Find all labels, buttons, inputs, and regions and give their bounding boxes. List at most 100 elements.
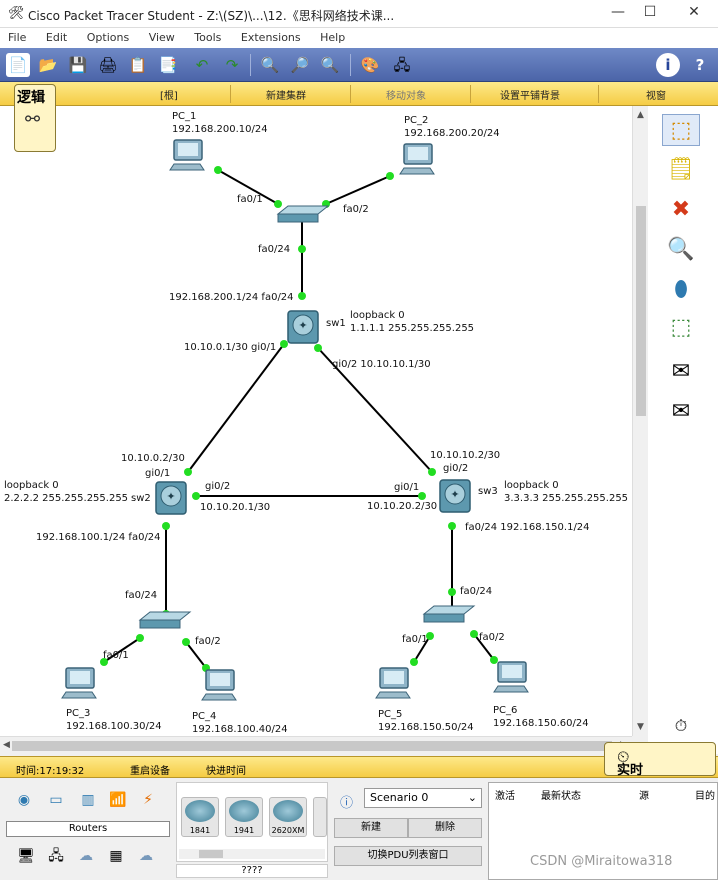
multiuser-category-icon[interactable]: ☁ — [134, 846, 158, 866]
scroll-left-icon[interactable]: ◀ — [3, 740, 10, 750]
end-devices-category-icon[interactable]: 🖥 — [14, 846, 38, 866]
copy-icon[interactable]: 📑 — [156, 53, 180, 77]
port-status-dot-0 — [214, 166, 222, 174]
sw1-gi02: gi0/2 10.10.10.1/30 — [332, 359, 431, 370]
scroll-down-icon[interactable]: ▼ — [637, 722, 644, 732]
activity-wizard-icon[interactable]: 📋 — [126, 53, 150, 77]
port-status-dot-16 — [136, 634, 144, 642]
scenario-select-value: Scenario 0 — [370, 791, 429, 804]
pc6-icon-screen — [502, 665, 522, 678]
vertical-scroll-thumb[interactable] — [636, 206, 646, 416]
open-folder-icon[interactable]: 📂 — [36, 53, 60, 77]
custom-device-icon[interactable]: 🖧 — [390, 53, 414, 77]
topology-canvas[interactable]: ✦ ✦ ✦ PC_1 192.168.200.10/24 PC_2 192.168.… — [0, 106, 632, 736]
top-switch-fa02: fa0/2 — [343, 204, 369, 215]
realtime-label: 实时 — [617, 763, 644, 778]
help-icon[interactable]: ? — [688, 53, 712, 77]
port-status-dot-1 — [274, 200, 282, 208]
zoom-in-icon[interactable]: 🔍 — [258, 53, 282, 77]
fast-forward-button[interactable]: 快进时间 — [206, 762, 246, 777]
new-file-icon[interactable]: 📄 — [6, 53, 30, 77]
maximize-button[interactable]: ☐ — [630, 4, 670, 24]
toggle-pdu-list-button[interactable]: 切换PDU列表窗口 — [334, 846, 482, 866]
select-icon[interactable]: ⬚ — [662, 114, 700, 146]
close-button[interactable]: ✕ — [674, 4, 714, 24]
zoom-reset-icon[interactable]: 🔎 — [288, 53, 312, 77]
menu-tools[interactable]: Tools — [194, 28, 221, 48]
realtime-mode-tab[interactable]: ⏲ 实时 — [604, 742, 716, 778]
common-tools-bar: ⬚ 🗒 ✖ 🔍 ⬮ ⬚ ✉ ✉ ⏱ — [648, 106, 718, 754]
inspect-icon[interactable]: 🔍 — [662, 234, 700, 266]
draw-shape-icon[interactable]: ⬮ — [662, 274, 700, 306]
model-footer-label: ???? — [176, 864, 328, 878]
zoom-out-icon[interactable]: 🔍 — [318, 53, 342, 77]
menu-extensions[interactable]: Extensions — [241, 28, 301, 48]
sw1-gi01: 10.10.0.1/30 gi0/1 — [184, 342, 277, 353]
new-cluster-button[interactable]: 新建集群 — [266, 87, 306, 102]
pc1-icon-keyboard — [169, 163, 205, 171]
redo-icon[interactable]: ↷ — [220, 53, 244, 77]
power-cycle-button[interactable]: 重启设备 — [130, 762, 170, 777]
port-status-dot-8 — [184, 468, 192, 476]
menu-view[interactable]: View — [149, 28, 175, 48]
topology-drawing: ✦ ✦ ✦ — [61, 139, 529, 701]
hubs-category-icon[interactable]: ▥ — [76, 790, 100, 810]
pc6-icon-keyboard — [493, 685, 529, 693]
model-list-scrollbar[interactable] — [179, 849, 325, 859]
pc2-name: PC_2 — [404, 115, 429, 126]
sw2-loopback-title: loopback 0 — [4, 480, 59, 491]
add-simple-pdu-icon[interactable]: ✉ — [662, 356, 700, 388]
scenario-info-icon[interactable]: ⓘ — [340, 792, 353, 811]
scroll-up-icon[interactable]: ▲ — [637, 110, 644, 120]
wan-emulation-category-icon[interactable]: ☁ — [74, 846, 98, 866]
pc2-icon-keyboard — [399, 167, 435, 175]
logical-workspace-tab[interactable]: 逻辑 ⚯ — [14, 84, 56, 152]
pc4-icon-keyboard — [201, 693, 237, 701]
print-icon[interactable]: 🖨 — [96, 53, 120, 77]
routers-category-icon[interactable]: ◉ — [12, 790, 36, 810]
menu-edit[interactable]: Edit — [46, 28, 67, 48]
note-icon[interactable]: 🗒 — [662, 154, 700, 186]
pc3-icon-keyboard — [61, 691, 97, 699]
simulation-mode-icon[interactable]: ⏱ — [662, 710, 700, 742]
palette-icon[interactable]: 🎨 — [358, 53, 382, 77]
menu-file[interactable]: File — [8, 28, 26, 48]
main-toolbar: 📄 📂 💾 🖨 📋 📑 ↶ ↷ 🔍 🔎 🔍 🎨 🖧 i ? — [0, 48, 718, 82]
pdu-col-fire: 激活 — [495, 791, 515, 802]
delete-icon[interactable]: ✖ — [662, 194, 700, 226]
app-icon: 🛠 — [8, 6, 25, 21]
horizontal-scroll-thumb[interactable] — [12, 741, 612, 751]
router-26xx[interactable]: 26 — [313, 797, 327, 837]
port-status-dot-13 — [448, 522, 456, 530]
undo-icon[interactable]: ↶ — [190, 53, 214, 77]
resize-shape-icon[interactable]: ⬚ — [662, 312, 700, 344]
vertical-scrollbar[interactable]: ▲ ▼ — [632, 106, 648, 736]
scenario-select[interactable]: Scenario 0 ⌄ — [364, 788, 482, 808]
menu-help[interactable]: Help — [320, 28, 345, 48]
horizontal-scrollbar[interactable]: ◀ ▶ — [0, 736, 632, 754]
wireless-category-icon[interactable]: 📶 — [106, 790, 130, 810]
custom-devices-category-icon[interactable]: ▦ — [104, 846, 128, 866]
connections-category-icon[interactable]: ⚡ — [136, 790, 160, 810]
set-background-button[interactable]: 设置平铺背景 — [500, 87, 560, 102]
bl-switch-fa02: fa0/2 — [195, 636, 221, 647]
viewport-button[interactable]: 视窗 — [646, 87, 666, 102]
pc3-name: PC_3 — [66, 708, 91, 719]
add-complex-pdu-icon[interactable]: ✉ — [662, 396, 700, 428]
move-object-button[interactable]: 移动对象 — [386, 87, 426, 102]
security-category-icon[interactable]: 🖧 — [44, 846, 68, 866]
root-button[interactable]: [根] — [160, 87, 178, 102]
switches-category-icon[interactable]: ▭ — [44, 790, 68, 810]
router-2620xm[interactable]: 2620XM — [269, 797, 307, 837]
menu-options[interactable]: Options — [87, 28, 129, 48]
time-display: 时间:17:19:32 — [16, 766, 85, 777]
save-icon[interactable]: 💾 — [66, 53, 90, 77]
pc4-ip: 192.168.100.40/24 — [192, 724, 288, 735]
info-icon[interactable]: i — [656, 53, 680, 77]
port-status-dot-15 — [448, 588, 456, 596]
port-status-dot-11 — [418, 492, 426, 500]
delete-scenario-button[interactable]: 删除 — [408, 818, 482, 838]
new-scenario-button[interactable]: 新建 — [334, 818, 408, 838]
router-1841[interactable]: 1841 — [181, 797, 219, 837]
router-1941[interactable]: 1941 — [225, 797, 263, 837]
